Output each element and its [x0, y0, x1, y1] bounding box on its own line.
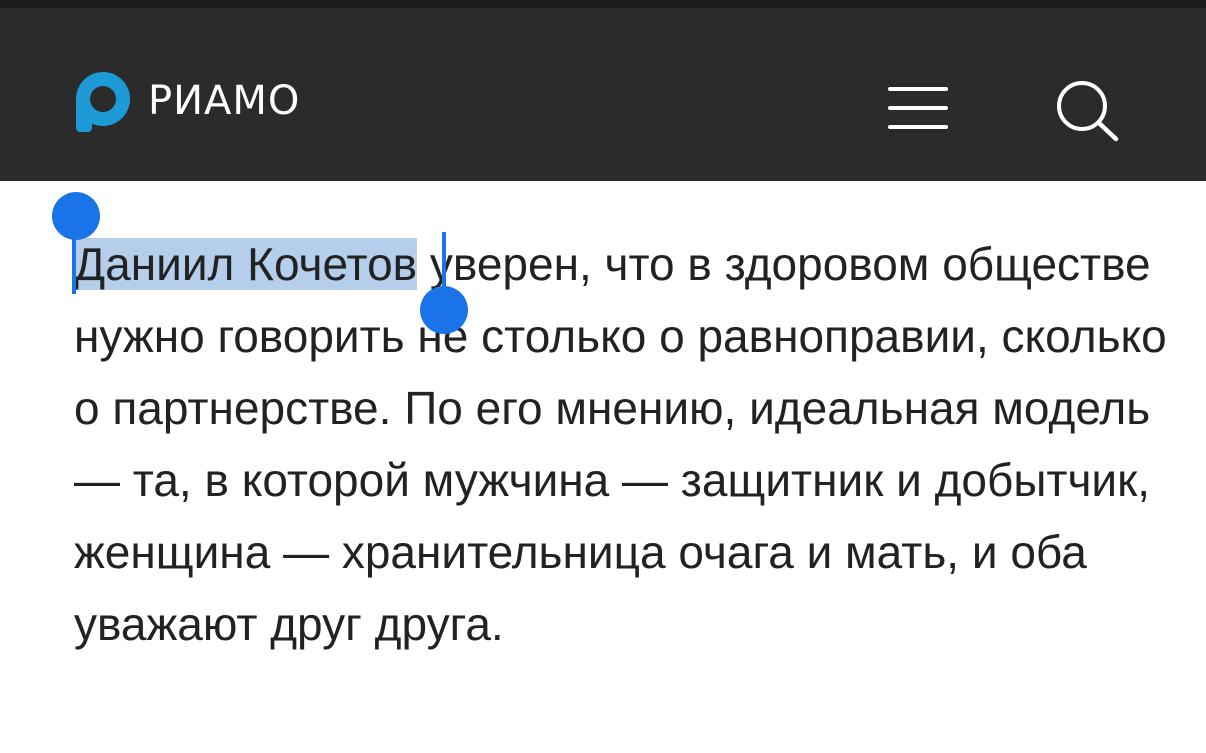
selection-end-caret	[442, 232, 446, 294]
article-text: уверен, что в здоровом обществе нужно го…	[74, 238, 1167, 650]
riamo-logo-icon	[76, 72, 130, 132]
search-icon	[1057, 81, 1119, 142]
selection-start-caret	[72, 234, 76, 294]
status-strip	[0, 0, 1206, 8]
site-logo[interactable]: РИАМО	[72, 68, 300, 134]
logo-text: РИАМО	[148, 78, 301, 124]
menu-button[interactable]	[886, 84, 950, 132]
selection-end-handle[interactable]	[420, 286, 468, 334]
menu-icon	[888, 87, 948, 129]
search-button[interactable]	[1052, 78, 1122, 142]
text-selection[interactable]: Даниил Кочетов	[74, 238, 418, 290]
selection-start-handle[interactable]	[52, 192, 100, 240]
article-paragraph: Даниил Кочетов уверен, что в здоровом об…	[74, 228, 1174, 660]
site-header: РИАМО	[0, 8, 1206, 181]
